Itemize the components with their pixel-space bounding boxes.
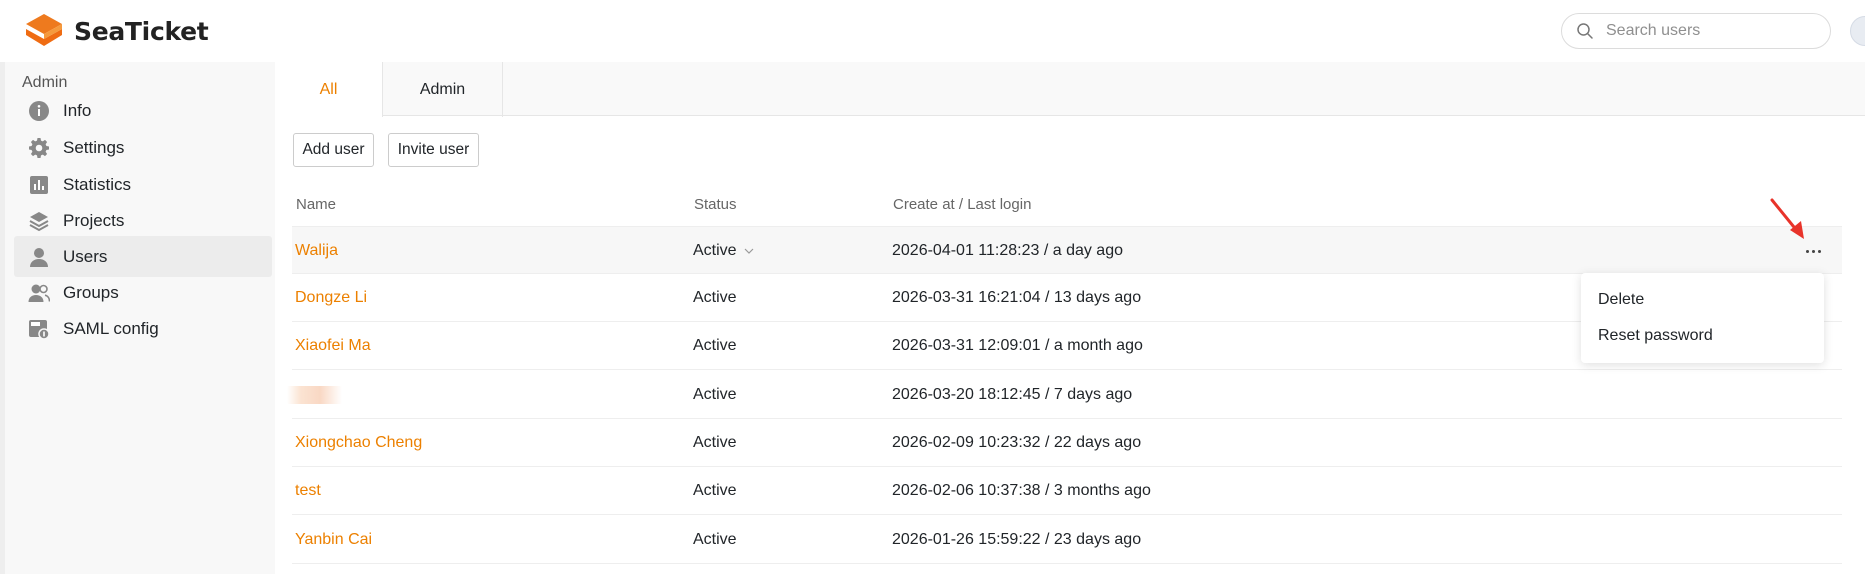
column-header-created: Create at / Last login [893,196,1032,213]
top-header: SeaTicket [0,0,1865,62]
search-input[interactable] [1606,22,1806,40]
gear-icon [28,137,50,159]
sidebar-item-label: Groups [63,282,119,302]
sidebar-item-label: Users [63,246,108,266]
logo[interactable]: SeaTicket [22,12,209,50]
created-last-login: 2026-02-06 10:37:38 / 3 months ago [892,482,1151,499]
status-value: Active [693,337,737,354]
status-value: Active [693,434,737,451]
info-icon [28,100,50,122]
created-last-login: 2026-03-31 12:09:01 / a month ago [892,337,1143,354]
table-row[interactable]: test Active 2026-02-06 10:37:38 / 3 mont… [292,467,1842,515]
status-select[interactable]: Active [693,227,755,275]
user-name-link[interactable]: Yanbin Cai [295,516,372,564]
sidebar-item-label: Projects [63,210,125,230]
table-row[interactable]: Yanbin Cai Active 2026-01-26 15:59:22 / … [292,516,1842,564]
seaticket-logo-icon [26,14,62,46]
search-box[interactable] [1561,13,1831,49]
sidebar-item-users[interactable]: Users [14,236,272,277]
layers-icon [28,210,50,232]
table-row[interactable]: Walija Active 2026-04-01 11:28:23 / a da… [292,226,1842,274]
sidebar-item-settings[interactable]: Settings [14,127,272,168]
created-last-login: 2026-04-01 11:28:23 / a day ago [892,242,1123,259]
column-header-status: Status [694,196,737,213]
tabs-bar: All Admin [275,62,1865,117]
created-last-login: 2026-03-31 16:21:04 / 13 days ago [892,289,1142,306]
sidebar-item-label: Info [63,100,92,120]
dot [1805,249,1809,253]
redacted-name[interactable] [287,386,342,404]
created-last-login: 2026-02-09 10:23:32 / 22 days ago [892,434,1142,451]
status-value: Active [693,386,737,403]
sidebar-item-statistics[interactable]: Statistics [14,164,272,205]
bar-chart-icon [28,174,50,196]
table-row[interactable]: Xiongchao Cheng Active 2026-02-09 10:23:… [292,419,1842,467]
chevron-down-icon [744,248,754,254]
user-name-link[interactable]: Walija [295,227,338,275]
sidebar-item-projects[interactable]: Projects [14,200,272,241]
sidebar-item-label: SAML config [63,318,159,338]
saml-icon [28,318,50,340]
sidebar-item-groups[interactable]: Groups [14,272,272,313]
created-last-login: 2026-01-26 15:59:22 / 23 days ago [892,531,1142,548]
search-icon [1577,23,1593,39]
column-header-name: Name [296,196,337,213]
more-options-button[interactable] [1800,240,1826,262]
tab-all[interactable]: All [275,62,383,117]
add-user-button[interactable]: Add user [293,133,374,167]
sidebar-item-label: Settings [63,137,125,157]
sidebar: Admin Info Settings Statistics Projects … [0,62,275,574]
sidebar-item-label: Statistics [63,174,132,194]
status-value: Active [693,242,737,259]
dot [1817,249,1821,253]
row-actions-menu: Delete Reset password [1581,273,1824,363]
sidebar-item-info[interactable]: Info [14,90,272,131]
app-name: SeaTicket [74,16,209,46]
tab-admin[interactable]: Admin [383,62,503,117]
sidebar-item-saml-config[interactable]: SAML config [14,308,272,349]
status-value: Active [693,289,737,306]
user-name-link[interactable]: test [295,467,321,515]
created-last-login: 2026-03-20 18:12:45 / 7 days ago [892,386,1133,403]
user-name-link[interactable]: Xiongchao Cheng [295,419,422,467]
annotation-arrow-icon [1770,198,1804,239]
status-value: Active [693,482,737,499]
menu-item-delete[interactable]: Delete [1598,291,1644,309]
user-icon [28,246,50,268]
table-row[interactable]: Active 2026-03-20 18:12:45 / 7 days ago [287,371,1842,419]
dot [1811,249,1815,253]
status-value: Active [693,531,737,548]
invite-user-button[interactable]: Invite user [388,133,479,167]
user-name-link[interactable]: Dongze Li [295,274,367,322]
user-avatar[interactable] [1850,16,1865,46]
menu-item-reset-password[interactable]: Reset password [1598,327,1713,345]
users-icon [28,282,50,304]
user-name-link[interactable]: Xiaofei Ma [295,322,371,370]
